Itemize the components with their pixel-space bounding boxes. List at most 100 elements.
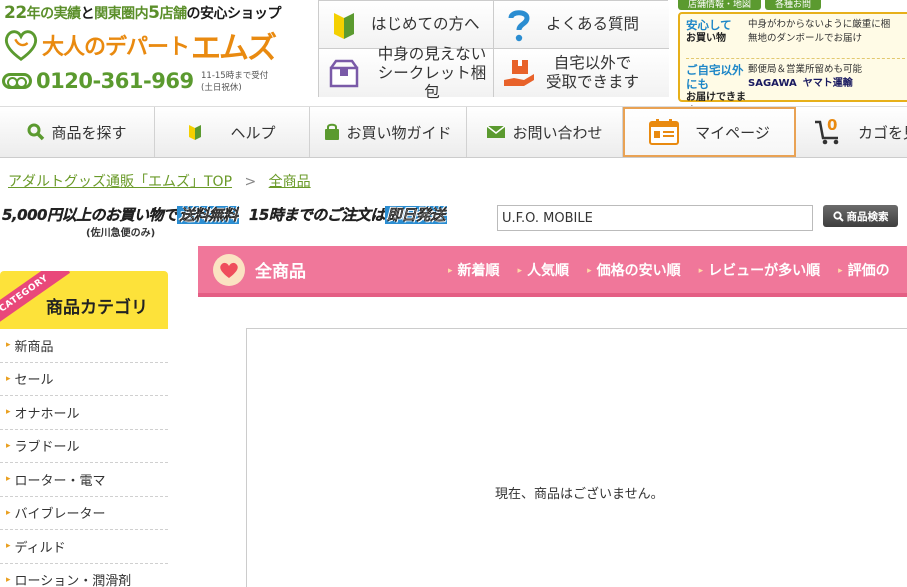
global-nav: 商品を探す ヘルプ お買い物ガイド お問い合わせ マイページ 0 カゴを見る: [0, 106, 907, 158]
sidebar-title: 商品カテゴリ: [46, 298, 148, 318]
nav-label: マイページ: [695, 123, 770, 142]
nav-search[interactable]: 商品を探す: [0, 107, 155, 157]
shopping-bag-icon: [324, 123, 340, 141]
sidebar-header: CATEGORY 商品カテゴリ: [0, 271, 168, 329]
category-item-dildo[interactable]: ディルド: [0, 530, 168, 564]
search-icon: [832, 210, 844, 222]
mypage-icon: [649, 119, 680, 145]
sagawa-logo: SAGAWA: [748, 78, 797, 89]
breadcrumb: アダルトグッズ通販「エムズ」TOP > 全商品: [8, 171, 311, 191]
cart-icon: 0: [814, 116, 842, 146]
box-icon: [327, 56, 361, 90]
breadcrumb-current-link[interactable]: 全商品: [269, 174, 311, 190]
nav-label: お問い合わせ: [512, 123, 603, 142]
nav-label: ヘルプ: [230, 123, 276, 142]
store-info-tab[interactable]: 店舗情報・地図: [678, 0, 762, 10]
tagline-text: 年の実績: [26, 6, 82, 22]
promo-segment: 15時までのご注文は: [248, 206, 386, 224]
help-link-text: 中身の見えない シークレット梱包: [377, 44, 487, 101]
search-input[interactable]: [497, 205, 813, 231]
cart-count-badge: 0: [827, 116, 838, 134]
search-button[interactable]: 商品検索: [823, 205, 898, 227]
beginner-icon: [188, 123, 202, 141]
category-item-new[interactable]: 新商品: [0, 329, 168, 363]
category-sidebar: CATEGORY 商品カテゴリ 新商品 セール オナホール ラブドール ローター…: [0, 271, 168, 587]
nav-mypage[interactable]: マイページ: [623, 107, 796, 157]
contact-tab[interactable]: 各種お問: [765, 0, 822, 10]
tagline-text: と: [80, 6, 95, 22]
heart-logo-icon: [4, 30, 38, 62]
nav-label: 商品を探す: [51, 123, 127, 142]
question-icon: [502, 8, 536, 42]
top-tabs: 店舗情報・地図 各種お問: [678, 0, 907, 10]
heading-line: ご自宅以外にも: [686, 63, 744, 91]
alt-address-row: ご自宅以外にも お届けできます 郵便局＆営業所留めも可能 SAGAWAヤマト運輸: [686, 58, 907, 117]
search-button-label: 商品検索: [846, 210, 889, 223]
nav-cart[interactable]: 0 カゴを見る: [796, 107, 907, 157]
heading-line: 安心して: [686, 18, 732, 32]
sort-options: 新着順 人気順 価格の安い順 レビューが多い順 評価の: [448, 246, 907, 293]
category-item-lotion[interactable]: ローション・潤滑剤: [0, 564, 168, 587]
safe-shopping-row: 安心して お買い物 中身がわからないように厳重に梱 無地のダンボールでお届け: [686, 18, 907, 58]
promo-note: (佐川急便のみ): [86, 228, 156, 239]
empty-products-message: 現在、商品はございません。: [495, 487, 664, 502]
same-day-highlight: 即日発送: [384, 206, 447, 224]
breadcrumb-home-link[interactable]: アダルトグッズ通販「エムズ」TOP: [8, 174, 232, 190]
hand-package-icon: [502, 56, 536, 90]
nav-help[interactable]: ヘルプ: [155, 107, 310, 157]
logo-text: 大人のデパート: [42, 35, 190, 60]
sort-rating[interactable]: 評価の: [838, 260, 890, 280]
sort-price-low[interactable]: 価格の安い順: [587, 260, 681, 280]
freedial-icon: [2, 73, 32, 89]
heart-icon: [213, 253, 245, 286]
faq-link[interactable]: よくある質問: [494, 1, 669, 49]
row-text-line: 郵便局＆営業所留めも可能: [748, 64, 863, 75]
nav-label: カゴを見る: [858, 123, 907, 142]
sort-popular[interactable]: 人気順: [518, 260, 569, 280]
hours-line: (土日祝休): [201, 83, 242, 93]
heading-line: お買い物: [686, 33, 726, 44]
mail-icon: [486, 125, 506, 139]
free-shipping-highlight: 送料無料: [177, 206, 240, 224]
category-title: 全商品: [255, 262, 306, 282]
secret-packing-link[interactable]: 中身の見えない シークレット梱包: [319, 45, 494, 101]
category-item-rotor[interactable]: ローター・電マ: [0, 463, 168, 497]
promo-segment: 5,000円以上のお買い物で: [2, 206, 178, 224]
help-link-label: よくある質問: [546, 15, 640, 33]
row-text: 郵便局＆営業所留めも可能 SAGAWA ヤマト運輸: [748, 63, 862, 91]
tagline-text: 店舗: [159, 6, 188, 22]
category-item-vibrator[interactable]: バイブレーター: [0, 497, 168, 530]
beginner-icon: [327, 8, 361, 42]
hours-line: 11-15時まで受付: [201, 71, 269, 81]
category-item-sale[interactable]: セール: [0, 363, 168, 396]
help-link-label: 自宅以外で 受取できます: [546, 54, 639, 92]
shop-tagline: 22年の実績と関東圏内5店舗の安心ショップ: [4, 3, 282, 23]
sort-newest[interactable]: 新着順: [448, 260, 500, 280]
help-link-label: はじめての方へ: [371, 15, 480, 33]
help-link-label: 中身の見えない シークレット梱包: [371, 45, 493, 102]
service-info-box: 安心して お買い物 中身がわからないように厳重に梱 無地のダンボールでお届け ご…: [678, 12, 907, 117]
nav-label: お買い物ガイド: [346, 123, 452, 142]
beginner-link[interactable]: はじめての方へ: [319, 1, 494, 49]
phone-text: 0120-361-969: [36, 69, 194, 93]
nav-contact[interactable]: お問い合わせ: [467, 107, 623, 157]
category-item-lovedoll[interactable]: ラブドール: [0, 430, 168, 463]
alt-delivery-link[interactable]: 自宅以外で 受取できます: [494, 49, 669, 97]
tagline-stores: 5: [148, 3, 160, 23]
category-list: 新商品 セール オナホール ラブドール ローター・電マ バイブレーター ディルド…: [0, 329, 168, 587]
category-header-bar: 全商品 新着順 人気順 価格の安い順 レビューが多い順 評価の: [198, 246, 907, 297]
phone-number[interactable]: 0120-361-969: [2, 69, 194, 93]
nav-guide[interactable]: お買い物ガイド: [310, 107, 467, 157]
logo-brand: エムズ: [191, 31, 277, 66]
site-logo[interactable]: 大人のデパート エムズ: [2, 25, 277, 66]
row-text-line: 中身がわからないように厳重に梱: [748, 19, 891, 30]
help-link-text: 自宅以外で 受取できます: [546, 54, 640, 91]
category-item-onahole[interactable]: オナホール: [0, 396, 168, 430]
row-text-line: 無地のダンボールでお届け: [748, 33, 863, 44]
yamato-logo: ヤマト運輸: [802, 78, 853, 89]
sort-most-reviews[interactable]: レビューが多い順: [699, 260, 820, 280]
tagline-years: 22: [4, 3, 27, 23]
help-links-grid: はじめての方へ よくある質問 中身の見えない シークレット梱包 自宅以外で 受取…: [318, 0, 669, 101]
row-heading: 安心して お買い物: [686, 18, 748, 46]
product-list-area: 現在、商品はございません。: [246, 328, 907, 587]
